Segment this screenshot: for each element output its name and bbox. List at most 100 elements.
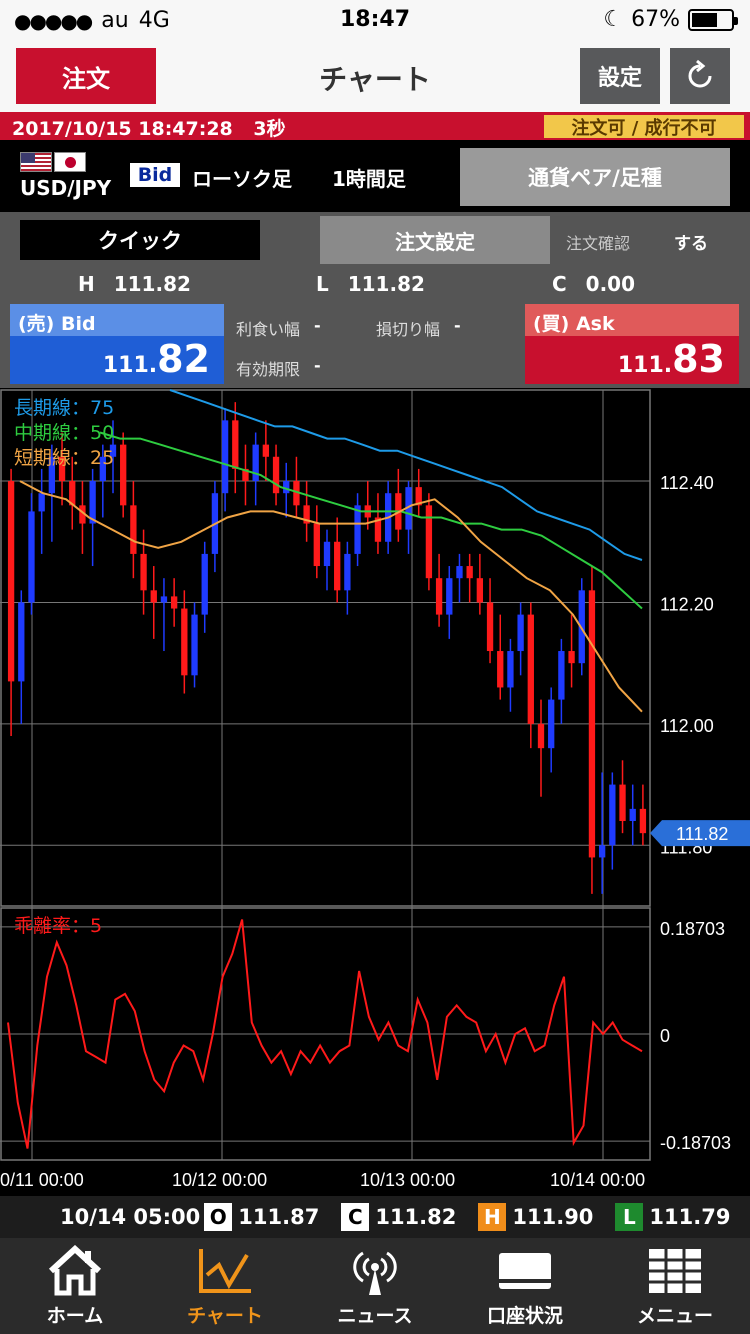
tab-bar: ホーム チャート ニュース 口座状況 メニュー xyxy=(0,1238,750,1334)
candle-body xyxy=(629,808,636,822)
tab-home[interactable]: ホーム xyxy=(0,1238,150,1334)
ma-long-line xyxy=(169,389,643,561)
tab-news[interactable]: ニュース xyxy=(300,1238,450,1334)
stop-loss-label: 損切り幅 xyxy=(376,320,441,339)
candle-body xyxy=(548,699,555,749)
candle-body xyxy=(435,578,443,615)
buy-price-small: 111. xyxy=(617,353,673,378)
take-profit-label: 利食い幅 xyxy=(236,320,301,339)
candle-body xyxy=(191,614,198,676)
candle-body xyxy=(598,845,606,858)
tab-account[interactable]: 口座状況 xyxy=(450,1238,600,1334)
candle-body xyxy=(272,456,280,494)
close-tag: C xyxy=(341,1203,370,1231)
candle-body xyxy=(181,608,188,676)
buy-price: 111.83 xyxy=(525,336,739,390)
order-confirm-toggle[interactable]: する xyxy=(674,229,708,254)
home-icon xyxy=(48,1245,102,1296)
candle-body xyxy=(252,444,259,482)
expiry-label: 有効期限 xyxy=(236,360,301,379)
tab-home-label: ホーム xyxy=(46,1305,104,1327)
sell-price: 111.82 xyxy=(10,336,224,390)
status-bar: ●●●●● au 4G 18:47 ☾ 67% xyxy=(0,0,750,40)
buy-price-big: 83 xyxy=(672,337,725,381)
candle-body xyxy=(334,541,341,591)
order-panel: クイック 注文設定 注文確認 する H 111.82 L 111.82 C 0.… xyxy=(0,212,750,388)
account-icon xyxy=(499,1253,551,1289)
x-axis-label: 10/13 00:00 xyxy=(360,1170,455,1190)
nav-bar: 注文 チャート 設定 xyxy=(0,40,750,112)
open-value: 111.87 xyxy=(238,1205,320,1229)
ma-legend-label: 中期線：50 xyxy=(14,422,114,444)
candle-body xyxy=(568,651,575,664)
buy-ask-button[interactable]: (買) Ask 111.83 xyxy=(525,304,739,384)
price-axis-label: 112.20 xyxy=(660,594,714,614)
candle-body xyxy=(130,505,137,554)
moon-icon: ☾ xyxy=(603,7,624,32)
pair-period-selector-button[interactable]: 通貨ペア/足種 xyxy=(460,148,730,206)
x-axis-label: 10/12 00:00 xyxy=(172,1170,267,1190)
candle-body xyxy=(344,553,351,591)
order-settings-button[interactable]: 注文設定 xyxy=(320,216,550,264)
price-axis-label: 112.00 xyxy=(660,716,714,736)
tab-chart[interactable]: チャート xyxy=(150,1238,300,1334)
battery-icon xyxy=(688,8,738,31)
battery-fill xyxy=(692,12,718,27)
sell-label: (売) Bid xyxy=(10,304,224,336)
candle-body xyxy=(425,505,433,579)
chart-type: ローソク足 xyxy=(192,167,292,191)
pair-flags xyxy=(20,152,86,172)
buy-label: (買) Ask xyxy=(525,304,739,336)
deviation-legend-label: 乖離率：5 xyxy=(14,915,102,937)
candle-body xyxy=(588,590,596,858)
candle-body xyxy=(446,578,453,615)
ohlc-datetime: 10/14 05:00 xyxy=(60,1205,201,1229)
candle-body xyxy=(221,420,229,494)
chart-icon xyxy=(199,1249,251,1293)
chart-area[interactable]: 112.40 112.20 112.00 111.80 0.18703 0 -0.18703… xyxy=(0,388,750,1194)
deviation-axis-label: -0.18703 xyxy=(660,1133,731,1153)
ohlc-low-value: 111.79 xyxy=(649,1205,731,1229)
candle-body xyxy=(150,590,157,603)
candle-body xyxy=(201,553,208,615)
deviation-axis-label: 0 xyxy=(660,1026,670,1046)
quick-order-button[interactable]: クイック xyxy=(20,220,260,260)
chart-period: 1時間足 xyxy=(332,167,406,191)
candle-body xyxy=(28,511,35,603)
battery-percent: 67% xyxy=(631,7,680,32)
currency-pair: USD/JPY xyxy=(20,176,112,200)
sell-bid-button[interactable]: (売) Bid 111.82 xyxy=(10,304,224,384)
candle-body xyxy=(497,651,504,688)
candlestick-chart[interactable]: 112.40112.20112.00111.800.187030-0.18703… xyxy=(0,388,750,1194)
candle-body xyxy=(323,541,331,567)
refresh-button[interactable] xyxy=(670,48,730,104)
candle-body xyxy=(313,523,320,567)
ohlc-high-value: 111.90 xyxy=(512,1205,594,1229)
change-value: 0.00 xyxy=(585,272,636,296)
candle-body xyxy=(609,784,616,846)
candle-body xyxy=(38,493,45,512)
price-axis-label: 112.40 xyxy=(660,473,714,493)
info-bar: 2017/10/15 18:47:28 3秒 注文可 / 成行不可 xyxy=(0,112,750,140)
candle-body xyxy=(558,651,565,700)
open-tag: O xyxy=(204,1203,233,1231)
low-value: 111.82 xyxy=(347,272,425,296)
candle-body xyxy=(120,444,127,506)
settings-button[interactable]: 設定 xyxy=(580,48,660,104)
order-button[interactable]: 注文 xyxy=(16,48,156,104)
candle-body xyxy=(486,602,494,652)
candle-body xyxy=(507,651,514,688)
expiry-value: - xyxy=(314,356,321,375)
ma-legend-label: 長期線：75 xyxy=(14,397,114,419)
candle-body xyxy=(140,553,147,591)
candle-body xyxy=(456,566,463,579)
news-icon xyxy=(353,1251,397,1295)
candle-body xyxy=(354,505,361,554)
tab-account-label: 口座状況 xyxy=(486,1305,563,1327)
candle-body xyxy=(639,808,647,834)
high-readout: H 111.82 xyxy=(78,272,191,296)
tab-menu[interactable]: メニュー xyxy=(600,1238,750,1334)
sell-price-small: 111. xyxy=(102,353,158,378)
low-readout: L 111.82 xyxy=(316,272,425,296)
update-datetime: 2017/10/15 18:47:28 3秒 xyxy=(12,114,286,141)
